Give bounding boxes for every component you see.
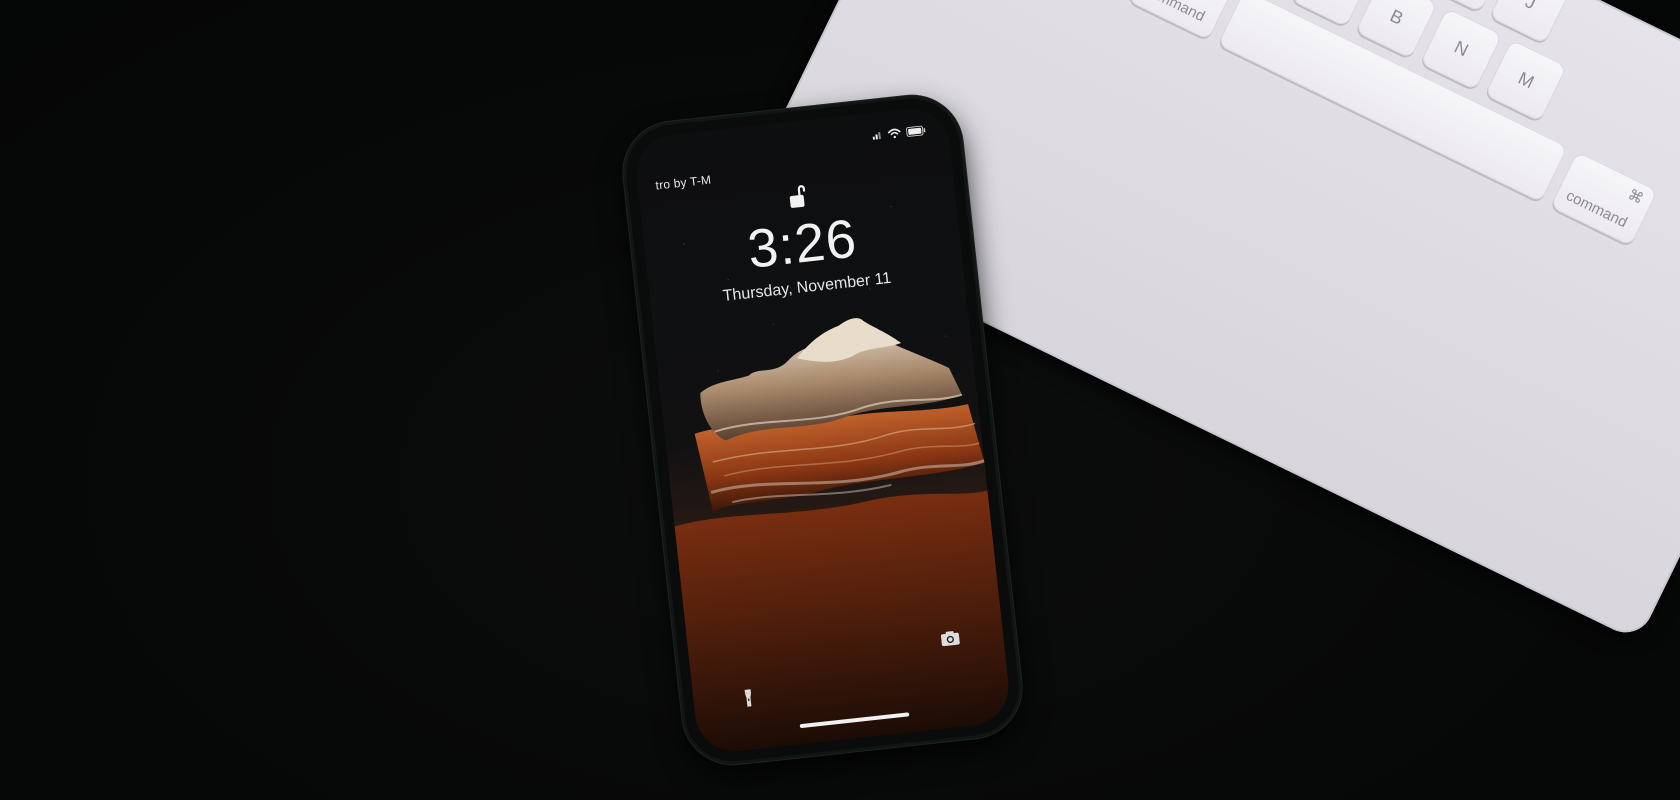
wifi-icon: [887, 128, 901, 139]
camera-icon[interactable]: [934, 622, 967, 655]
key-command-right[interactable]: ⌘ command: [1549, 151, 1659, 247]
key-n[interactable]: N: [1419, 7, 1503, 91]
key-command-left[interactable]: ⌘command: [1127, 0, 1236, 41]
lock-screen: tro by T-M 3:26 Thursday, November 11: [632, 104, 1013, 756]
unlocked-padlock-icon: [789, 185, 805, 208]
smartphone: tro by T-M 3:26 Thursday, November 11: [621, 93, 1024, 767]
signal-icon: [872, 132, 881, 140]
key-m[interactable]: M: [1484, 39, 1568, 123]
key-j[interactable]: J: [1489, 0, 1572, 45]
desk-scene: Q W E R T Y U 6 &7 A S D F G H J shift Z…: [0, 0, 1680, 800]
flashlight-icon[interactable]: [732, 682, 765, 715]
battery-icon: [906, 125, 926, 137]
status-icons: [872, 125, 927, 141]
